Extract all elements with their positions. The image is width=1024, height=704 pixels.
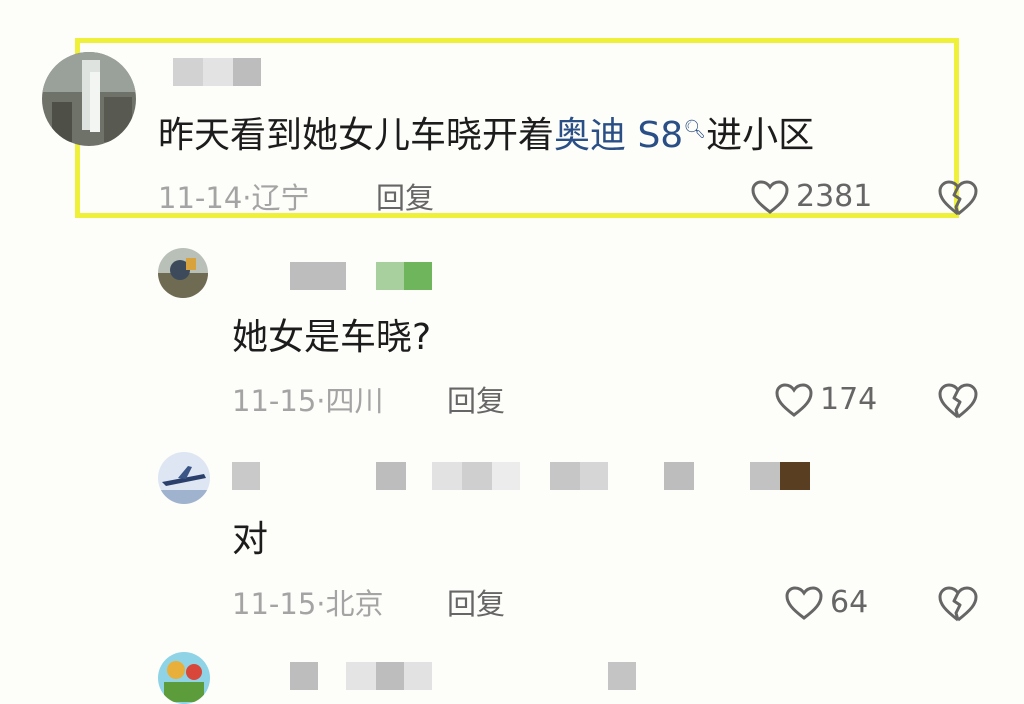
heart-outline-icon bbox=[785, 586, 823, 620]
username-masked[interactable] bbox=[232, 462, 812, 490]
like-count: 2381 bbox=[796, 179, 873, 214]
comment-date: 11-15 bbox=[232, 384, 317, 418]
username-masked[interactable] bbox=[290, 262, 435, 290]
comment-text-after: 进小区 bbox=[706, 115, 815, 156]
username-masked[interactable] bbox=[290, 662, 640, 690]
comment-text-plain: 昨天看到她女儿车晓开着 bbox=[158, 115, 555, 156]
reply-button[interactable]: 回复 bbox=[447, 586, 505, 622]
like-button[interactable]: 2381 bbox=[750, 179, 872, 215]
comment-location: 北京 bbox=[325, 587, 384, 621]
avatar[interactable] bbox=[158, 452, 210, 504]
like-button[interactable]: 174 bbox=[774, 382, 877, 418]
avatar[interactable] bbox=[42, 52, 136, 146]
comment-location: 辽宁 bbox=[251, 181, 310, 215]
comment-meta: 11-15·四川 bbox=[232, 383, 384, 419]
comment-meta: 11-14·辽宁 bbox=[158, 180, 310, 216]
reply-button[interactable]: 回复 bbox=[447, 383, 505, 419]
search-icon[interactable]: 🔍︎ bbox=[683, 119, 706, 140]
reply-button[interactable]: 回复 bbox=[376, 180, 434, 216]
username-masked[interactable] bbox=[173, 58, 263, 86]
meta-separator: · bbox=[316, 384, 326, 418]
comment-text: 昨天看到她女儿车晓开着奥迪 S8🔍︎进小区 bbox=[158, 114, 814, 158]
comment-meta: 11-15·北京 bbox=[232, 586, 384, 622]
comment-date: 11-15 bbox=[232, 587, 317, 621]
meta-separator: · bbox=[242, 181, 252, 215]
broken-heart-icon[interactable] bbox=[937, 179, 979, 217]
broken-heart-icon[interactable] bbox=[937, 585, 979, 623]
comment-text: 对 bbox=[232, 519, 269, 560]
heart-outline-icon bbox=[751, 180, 789, 214]
heart-outline-icon bbox=[775, 383, 813, 417]
like-count: 64 bbox=[830, 585, 869, 620]
meta-separator: · bbox=[316, 587, 326, 621]
comment-text: 她女是车晓? bbox=[232, 317, 432, 358]
avatar[interactable] bbox=[158, 652, 210, 704]
like-button[interactable]: 64 bbox=[784, 585, 868, 621]
comment-date: 11-14 bbox=[158, 181, 243, 215]
search-link[interactable]: 奥迪 S8 bbox=[554, 115, 683, 156]
like-count: 174 bbox=[820, 382, 878, 417]
avatar[interactable] bbox=[158, 248, 208, 298]
broken-heart-icon[interactable] bbox=[937, 382, 979, 420]
comment-location: 四川 bbox=[325, 384, 384, 418]
